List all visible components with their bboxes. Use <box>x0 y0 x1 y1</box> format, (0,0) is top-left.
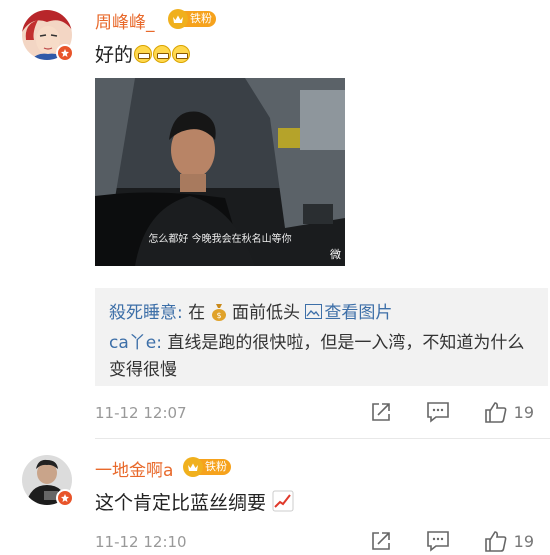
fan-badge: 铁粉 <box>183 457 231 477</box>
svg-text:$: $ <box>216 311 221 320</box>
reply-button[interactable] <box>426 530 450 552</box>
crown-icon <box>168 9 188 29</box>
grin-emoji-icon <box>134 45 153 63</box>
comment-timestamp: 11-12 12:07 <box>95 404 187 422</box>
comment-icon <box>426 402 449 423</box>
share-button[interactable] <box>370 401 392 423</box>
money-bag-icon: $ <box>211 304 226 321</box>
reply-text: 直线是跑的很快啦，但是一入湾，不知道为什么变得很慢 <box>109 333 525 380</box>
reply-author[interactable]: ca丫e: <box>109 333 162 353</box>
share-icon <box>371 532 390 550</box>
comment-icon <box>426 531 449 552</box>
comment-actions: 19 <box>336 400 534 424</box>
image-icon <box>305 304 323 319</box>
like-button[interactable]: 19 <box>484 400 534 424</box>
verified-badge <box>56 44 74 62</box>
weibo-watermark-icon: 微 <box>330 248 341 261</box>
avatar[interactable] <box>22 455 74 507</box>
fan-badge: 铁粉 <box>168 9 216 29</box>
grin-emoji-icon <box>153 45 172 63</box>
view-image-link[interactable]: 查看图片 <box>305 303 392 323</box>
grin-emoji-icon <box>172 45 191 63</box>
like-button[interactable]: 19 <box>484 529 534 553</box>
comment-item: 周峰峰_ 铁粉 好的 怎么都好 今晚我会在秋名山等你 微 殺死睡意: 在 $ 面… <box>0 0 550 440</box>
crown-icon <box>183 457 203 477</box>
chart-increasing-icon <box>272 490 294 512</box>
divider <box>95 438 550 439</box>
verified-badge <box>56 489 74 507</box>
comment-text-content: 好的 <box>95 44 134 66</box>
thumbs-up-icon <box>484 402 507 423</box>
thumbs-up-icon <box>484 531 507 552</box>
view-image-label: 查看图片 <box>324 303 393 323</box>
video-subtitle: 怎么都好 今晚我会在秋名山等你 <box>148 234 292 245</box>
comment-timestamp: 11-12 12:10 <box>95 533 187 551</box>
avatar[interactable] <box>22 10 74 62</box>
comment-actions: 19 <box>336 529 534 553</box>
reply-text-before: 在 <box>188 303 206 323</box>
reply-button[interactable] <box>426 401 450 423</box>
like-count: 19 <box>513 402 534 422</box>
comment-text-content: 这个肯定比蓝丝绸要 <box>95 492 267 514</box>
comment-text: 好的 <box>95 40 191 67</box>
reply-item[interactable]: 殺死睡意: 在 $ 面前低头 查看图片 <box>109 298 392 323</box>
username[interactable]: 周峰峰_ <box>95 8 155 33</box>
username[interactable]: 一地金啊a <box>95 456 173 481</box>
share-icon <box>371 403 390 421</box>
reply-box[interactable]: 殺死睡意: 在 $ 面前低头 查看图片 ca丫e: 直线是跑的很快啦，但是一入湾… <box>95 288 548 386</box>
video-thumbnail[interactable]: 怎么都好 今晚我会在秋名山等你 微 <box>95 78 345 266</box>
share-button[interactable] <box>370 530 392 552</box>
comment-item: 一地金啊a 铁粉 这个肯定比蓝丝绸要 11-12 12:10 19 <box>0 440 550 555</box>
comment-text: 这个肯定比蓝丝绸要 <box>95 488 294 515</box>
reply-author[interactable]: 殺死睡意: <box>109 303 183 323</box>
reply-item[interactable]: ca丫e: 直线是跑的很快啦，但是一入湾，不知道为什么变得很慢 <box>109 330 529 384</box>
reply-text-after: 面前低头 <box>231 303 300 323</box>
like-count: 19 <box>513 531 534 551</box>
